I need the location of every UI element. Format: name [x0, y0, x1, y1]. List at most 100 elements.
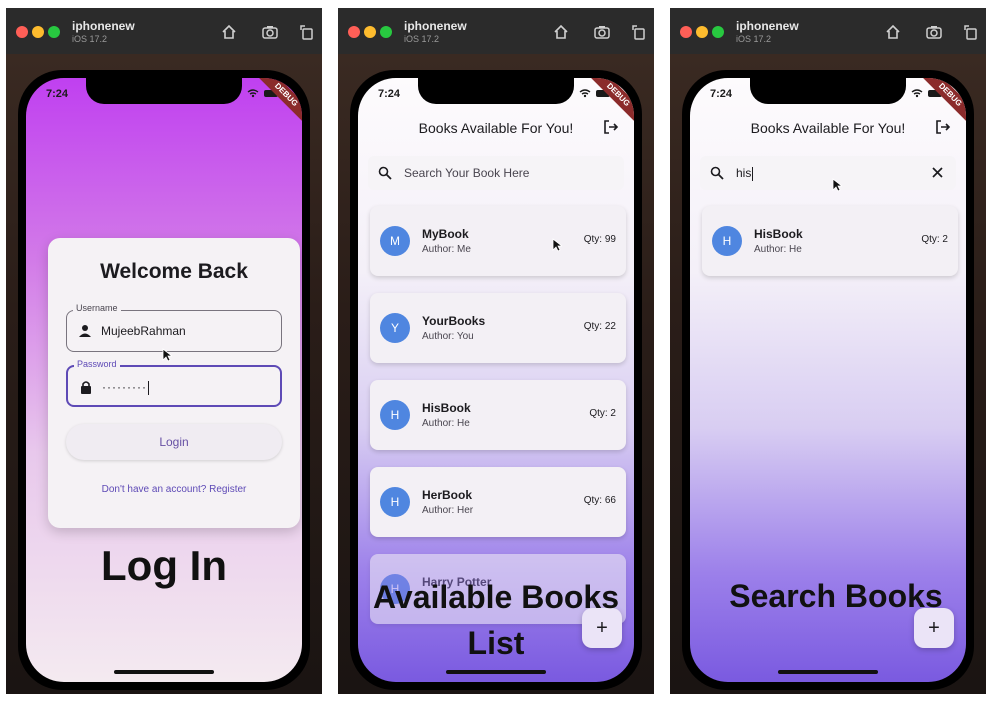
logout-icon[interactable]: [602, 118, 620, 136]
password-label: Password: [74, 359, 120, 369]
username-label: Username: [73, 303, 121, 313]
text-caret: [147, 380, 149, 395]
book-avatar: H: [380, 487, 410, 517]
rotate-icon[interactable]: [298, 23, 316, 41]
status-time: 7:24: [710, 88, 733, 100]
debug-banner: DEBUG: [252, 78, 302, 129]
search-icon: [378, 166, 392, 180]
minimize-window-button[interactable]: [32, 26, 44, 38]
caption-search: Search Books: [729, 578, 943, 614]
logout-icon[interactable]: [934, 118, 952, 136]
book-avatar: H: [380, 400, 410, 430]
person-icon: [77, 323, 93, 339]
book-list-item[interactable]: H HisBook Author: He Qty: 2: [370, 380, 626, 450]
device-name: iphonenew: [72, 19, 135, 33]
book-title: HerBook: [422, 488, 473, 502]
search-query-text: his: [736, 166, 752, 180]
book-quantity: Qty: 99: [583, 234, 616, 245]
book-avatar: H: [712, 226, 742, 256]
home-icon[interactable]: [884, 23, 902, 41]
simulator-toolbar: iphonenew iOS 17.2: [6, 8, 322, 54]
app-showcase: iphonenew iOS 17.2 7:24 DEBUG Welcome Ba…: [0, 0, 990, 702]
status-time: 7:24: [378, 88, 401, 100]
book-quantity: Qty: 22: [583, 321, 616, 332]
simulator-window-login: iphonenew iOS 17.2 7:24 DEBUG Welcome Ba…: [6, 8, 322, 694]
os-version: iOS 17.2: [72, 34, 108, 44]
book-title: HisBook: [754, 227, 803, 241]
book-author: Author: Her: [422, 505, 474, 516]
caption-books-list-line2: List: [467, 625, 525, 661]
notch: [86, 78, 242, 104]
os-version: iOS 17.2: [736, 34, 772, 44]
home-indicator: [114, 670, 214, 674]
book-author: Author: He: [754, 244, 802, 255]
mouse-cursor: [552, 238, 564, 252]
zoom-window-button[interactable]: [712, 26, 724, 38]
notch: [750, 78, 906, 104]
home-icon[interactable]: [552, 23, 570, 41]
simulator-toolbar: iphonenew iOS 17.2: [338, 8, 654, 54]
zoom-window-button[interactable]: [380, 26, 392, 38]
rotate-icon[interactable]: [630, 23, 648, 41]
register-link[interactable]: Don't have an account? Register: [48, 484, 300, 495]
password-value: ·········: [102, 380, 149, 395]
login-title: Welcome Back: [100, 260, 248, 283]
search-query: his: [736, 166, 754, 181]
mouse-cursor: [162, 348, 174, 362]
book-list-item[interactable]: H HerBook Author: Her Qty: 66: [370, 467, 626, 537]
text-caret: [752, 166, 754, 181]
username-value: MujeebRahman: [101, 324, 186, 338]
close-window-button[interactable]: [348, 26, 360, 38]
caption-books-list-line1: Available Books: [372, 579, 619, 615]
book-title: MyBook: [422, 227, 469, 241]
home-indicator: [778, 670, 878, 674]
search-placeholder: Search Your Book Here: [404, 166, 530, 180]
password-mask: ·········: [102, 380, 147, 394]
add-icon: +: [928, 617, 940, 639]
phone-frame: 7:24 DEBUG Welcome Back Username MujeebR…: [18, 70, 310, 690]
minimize-window-button[interactable]: [364, 26, 376, 38]
screenshot-icon[interactable]: [925, 23, 943, 41]
login-button[interactable]: Login: [66, 424, 282, 460]
search-input[interactable]: Search Your Book Here: [368, 156, 624, 190]
login-screen: 7:24 DEBUG Welcome Back Username MujeebR…: [26, 78, 302, 682]
close-window-button[interactable]: [680, 26, 692, 38]
rotate-icon[interactable]: [962, 23, 980, 41]
book-quantity: Qty: 2: [589, 408, 616, 419]
appbar-title: Books Available For You!: [750, 120, 906, 136]
close-window-button[interactable]: [16, 26, 28, 38]
username-field[interactable]: Username MujeebRahman: [66, 303, 282, 352]
minimize-window-button[interactable]: [696, 26, 708, 38]
password-field[interactable]: Password ·········: [66, 359, 282, 407]
book-title: HisBook: [422, 401, 471, 415]
book-quantity: Qty: 66: [583, 495, 616, 506]
book-author: Author: Me: [422, 244, 471, 255]
device-name: iphonenew: [404, 19, 467, 33]
search-result-item[interactable]: H HisBook Author: He Qty: 2: [702, 206, 958, 276]
status-time: 7:24: [46, 88, 69, 100]
zoom-window-button[interactable]: [48, 26, 60, 38]
search-input[interactable]: his: [700, 156, 956, 190]
book-avatar: Y: [380, 313, 410, 343]
caption-books-list: Available Books List: [338, 574, 654, 666]
book-list-item[interactable]: M MyBook Author: Me Qty: 99: [370, 206, 626, 276]
book-quantity: Qty: 2: [921, 234, 948, 245]
os-version: iOS 17.2: [404, 34, 440, 44]
book-title: YourBooks: [422, 314, 486, 328]
caption-login: Log In: [101, 542, 227, 589]
book-author: Author: You: [422, 331, 474, 342]
screenshot-icon[interactable]: [593, 23, 611, 41]
login-card: Welcome Back Username MujeebRahman Passw…: [48, 238, 300, 528]
book-list-item[interactable]: Y YourBooks Author: You Qty: 22: [370, 293, 626, 363]
mouse-cursor: [832, 178, 844, 192]
home-icon[interactable]: [220, 23, 238, 41]
screenshot-icon[interactable]: [261, 23, 279, 41]
notch: [418, 78, 574, 104]
search-icon: [710, 166, 724, 180]
book-avatar: M: [380, 226, 410, 256]
close-icon[interactable]: [931, 166, 944, 179]
simulator-toolbar: iphonenew iOS 17.2: [670, 8, 986, 54]
book-author: Author: He: [422, 418, 470, 429]
home-indicator: [446, 670, 546, 674]
lock-icon: [78, 379, 94, 395]
